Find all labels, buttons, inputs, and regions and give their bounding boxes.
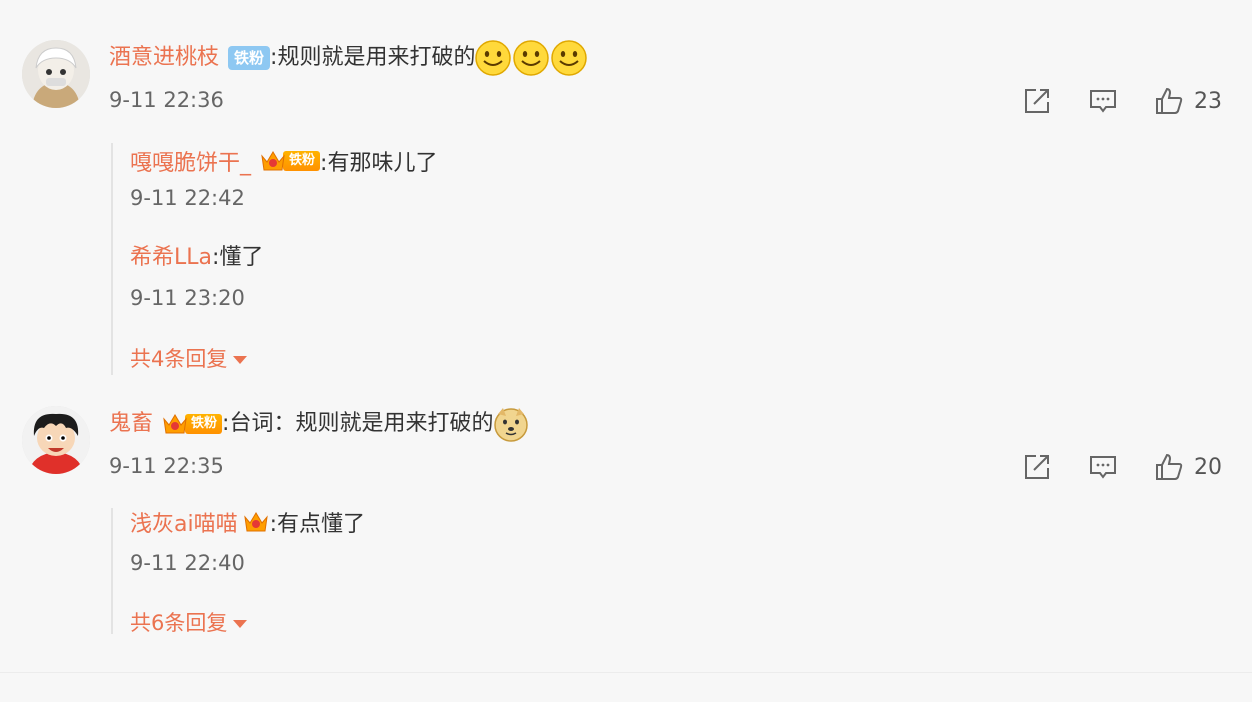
more-replies-link[interactable]: 共4条回复: [130, 343, 248, 373]
crown-badge-label: 铁粉: [185, 414, 223, 434]
reply-time: 9-11 23:20: [130, 286, 245, 310]
comment-actions: 23: [986, 83, 1222, 119]
reply-time: 9-11 22:40: [130, 551, 245, 575]
reply-item: 浅灰ai喵喵 :有点懂了: [130, 504, 365, 540]
crown-icon-badge: [242, 509, 270, 535]
like-count: 20: [1194, 454, 1222, 480]
reply-thread: 嘎嘎脆饼干_ 铁粉 :有那味儿了 9-11 22:42 希希LLa :懂了 9-…: [111, 143, 437, 375]
smile-emoji-icon: [549, 38, 589, 78]
comment-time: 9-11 22:36: [109, 88, 224, 112]
reply-text: :懂了: [212, 245, 264, 270]
comment-icon: [1088, 86, 1118, 116]
thumbs-up-icon: [1154, 86, 1184, 116]
reply-thread: 浅灰ai喵喵 :有点懂了 9-11 22:40 共6条回复: [111, 508, 365, 635]
iron-fan-badge: 铁粉: [228, 46, 271, 70]
share-icon: [1022, 452, 1052, 482]
reply-username[interactable]: 希希LLa: [130, 239, 212, 271]
more-replies-label: 共4条回复: [130, 347, 228, 371]
reply-item: 希希LLa :懂了: [130, 237, 263, 273]
avatar[interactable]: [22, 40, 90, 108]
thumbs-up-icon: [1154, 452, 1184, 482]
crown-icon: [242, 509, 270, 535]
comment-header: 酒意进桃枝 铁粉 :规则就是用来打破的: [109, 38, 589, 78]
share-button[interactable]: [1022, 452, 1052, 482]
divider: [0, 672, 1252, 673]
doge-emoji-icon: [491, 404, 531, 444]
avatar[interactable]: [22, 406, 90, 474]
crown-icon: [161, 411, 189, 437]
reply-username[interactable]: 浅灰ai喵喵: [130, 506, 238, 538]
reply-text: :有点懂了: [269, 512, 366, 537]
comment-time: 9-11 22:35: [109, 454, 224, 478]
comment-username[interactable]: 鬼畜: [109, 404, 153, 444]
comment-icon: [1088, 452, 1118, 482]
comment-text: :台词：规则就是用来打破的: [222, 411, 494, 436]
like-button[interactable]: 23: [1154, 86, 1222, 116]
reply-button[interactable]: [1088, 452, 1118, 482]
comment-actions: 20: [986, 449, 1222, 485]
like-count: 23: [1194, 88, 1222, 114]
caret-down-icon: [233, 619, 248, 628]
more-replies-label: 共6条回复: [130, 611, 228, 635]
crown-icon: [259, 148, 287, 174]
share-icon: [1022, 86, 1052, 116]
comment-header: 鬼畜 铁粉 :台词：规则就是用来打破的: [109, 404, 531, 444]
reply-item: 嘎嘎脆饼干_ 铁粉 :有那味儿了: [130, 143, 437, 179]
comment-list: 酒意进桃枝 铁粉 :规则就是用来打破的 9-11 22:36 23 嘎嘎脆饼干_…: [0, 0, 1252, 702]
smile-emoji-icon: [473, 38, 513, 78]
comment-username[interactable]: 酒意进桃枝: [109, 38, 219, 78]
reply-button[interactable]: [1088, 86, 1118, 116]
caret-down-icon: [233, 355, 248, 364]
share-button[interactable]: [1022, 86, 1052, 116]
reply-username[interactable]: 嘎嘎脆饼干_: [130, 145, 251, 177]
reply-time: 9-11 22:42: [130, 186, 245, 210]
comment-text: :规则就是用来打破的: [270, 45, 476, 70]
crown-fan-badge: 铁粉: [161, 411, 223, 437]
crown-fan-badge: 铁粉: [259, 148, 321, 174]
like-button[interactable]: 20: [1154, 452, 1222, 482]
crown-badge-label: 铁粉: [283, 151, 321, 171]
reply-text: :有那味儿了: [320, 151, 438, 176]
smile-emoji-icon: [511, 38, 551, 78]
more-replies-link[interactable]: 共6条回复: [130, 607, 248, 637]
